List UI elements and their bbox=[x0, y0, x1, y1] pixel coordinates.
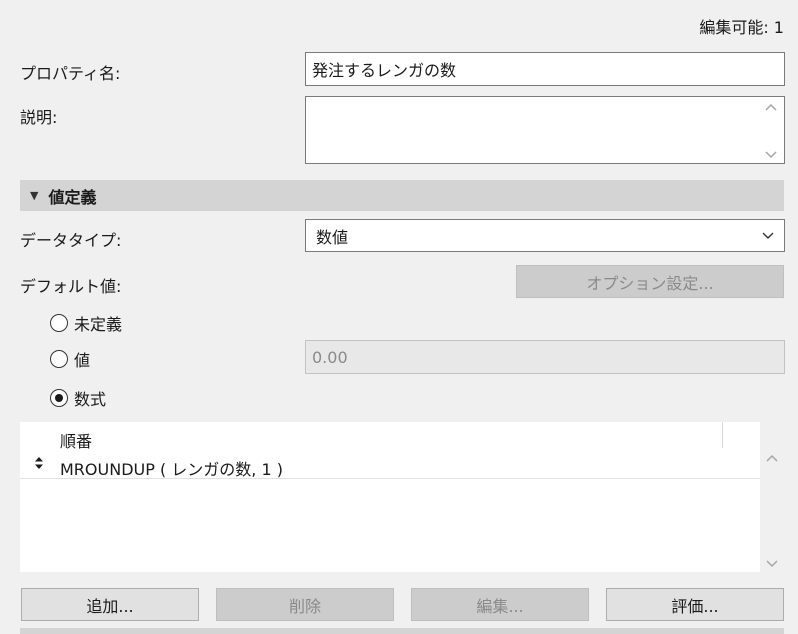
column-divider bbox=[722, 422, 723, 448]
data-type-label: データタイプ: bbox=[20, 231, 122, 250]
edit-button[interactable]: 編集... bbox=[411, 588, 589, 621]
radio-undefined-label: 未定義 bbox=[74, 315, 123, 334]
chevron-down-icon[interactable] bbox=[766, 560, 778, 568]
default-value-input[interactable]: 0.00 bbox=[305, 340, 785, 374]
value-definition-section-header[interactable]: ▼ 値定義 bbox=[20, 180, 784, 211]
order-table-header: 順番 bbox=[20, 422, 760, 451]
formula-expression: MROUNDUP ( レンガの数, 1 ) bbox=[60, 460, 283, 479]
data-type-selected: 数値 bbox=[316, 227, 349, 247]
property-name-value: 発注するレンガの数 bbox=[312, 61, 457, 80]
chevron-up-icon[interactable] bbox=[765, 103, 777, 111]
table-row[interactable]: MROUNDUP ( レンガの数, 1 ) bbox=[20, 450, 760, 479]
radio-value-label: 値 bbox=[74, 351, 91, 370]
chevron-up-icon[interactable] bbox=[766, 454, 778, 462]
radio-value-row[interactable]: 値 bbox=[50, 347, 90, 371]
radio-formula[interactable] bbox=[50, 389, 68, 407]
default-value-field-value: 0.00 bbox=[312, 347, 348, 367]
value-definition-title: 値定義 bbox=[48, 187, 97, 207]
description-textarea[interactable] bbox=[305, 96, 785, 164]
editable-count: 編集可能: 1 bbox=[699, 18, 784, 37]
description-label: 説明: bbox=[20, 108, 58, 127]
property-name-input[interactable]: 発注するレンガの数 bbox=[305, 52, 785, 86]
evaluate-button[interactable]: 評価... bbox=[606, 588, 784, 621]
triangle-down-icon[interactable]: ▼ bbox=[30, 189, 38, 202]
chevron-down-icon[interactable] bbox=[765, 151, 777, 159]
data-type-select[interactable]: 数値 bbox=[305, 219, 785, 252]
default-value-label: デフォルト値: bbox=[20, 277, 122, 296]
chevron-down-icon[interactable] bbox=[762, 232, 774, 240]
radio-undefined-row[interactable]: 未定義 bbox=[50, 311, 122, 335]
add-button[interactable]: 追加... bbox=[21, 588, 199, 621]
radio-undefined[interactable] bbox=[50, 314, 68, 332]
property-name-label: プロパティ名: bbox=[20, 64, 121, 83]
next-section-header bbox=[20, 628, 784, 634]
radio-formula-row[interactable]: 数式 bbox=[50, 386, 106, 410]
up-down-arrow-icon[interactable] bbox=[34, 455, 44, 474]
order-table[interactable]: 順番 MROUNDUP ( レンガの数, 1 ) bbox=[20, 422, 760, 572]
radio-formula-label: 数式 bbox=[74, 390, 107, 409]
options-settings-button[interactable]: オプション設定... bbox=[516, 265, 784, 298]
radio-value[interactable] bbox=[50, 350, 68, 368]
order-table-scrollbar[interactable] bbox=[760, 422, 784, 572]
order-column-header: 順番 bbox=[60, 432, 93, 451]
delete-button[interactable]: 削除 bbox=[216, 588, 394, 621]
description-scrollbar[interactable] bbox=[758, 97, 784, 163]
